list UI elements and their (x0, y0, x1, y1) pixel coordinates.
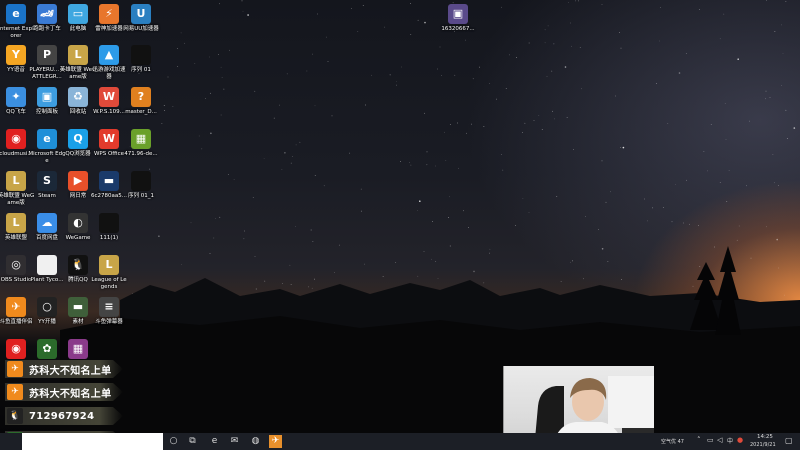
edge-icon: e (37, 129, 57, 149)
app-grid-icon: ▦ (68, 339, 88, 359)
desktop-icon-video-file[interactable]: 序列 01 (122, 45, 160, 74)
edge-taskbar-icon[interactable]: e (208, 435, 221, 448)
desktop-icon-league[interactable]: L League of Legends (90, 255, 128, 290)
chat-message-text: 苏科大不知名上单 (29, 365, 112, 377)
system-tray: 空气优 47 ˄ ▭ ◁ 中 ● 14:25 2021/9/21 ▢ (654, 433, 800, 450)
recycle-bin-icon: ♻ (68, 87, 88, 107)
desktop-icon-master[interactable]: ? master_D... (122, 87, 160, 116)
xunyou-icon: ▲ (99, 45, 119, 65)
desktop-icon-label: 111(1) (99, 235, 119, 241)
image-file-icon: ▣ (448, 4, 468, 24)
tray-expand-icon[interactable]: ˄ (697, 436, 701, 444)
chat-message: ✈ 苏科大不知名上单 (5, 360, 123, 378)
desktop-icon-danmu[interactable]: ≡ 斗鱼弹幕器 (90, 297, 128, 326)
cortana-icon[interactable]: ○ (167, 435, 180, 448)
desktop-icon-label: 斗鱼弹幕器 (95, 319, 123, 325)
desktop-icon-nvidia-driver[interactable]: ▦ 471.96-de... (122, 129, 160, 158)
start-button[interactable] (0, 433, 22, 450)
network-icon[interactable]: ▭ (707, 436, 714, 444)
chrome-icon[interactable]: ◍ (249, 435, 262, 448)
danmu-icon: ≡ (99, 297, 119, 317)
clock-date[interactable]: 2021/9/21 (750, 442, 776, 448)
chat-message-text: 苏科大不知名上单 (29, 388, 112, 400)
wps-office-icon: W (99, 129, 119, 149)
league-icon: L (99, 255, 119, 275)
notification-icon[interactable]: ▢ (785, 436, 793, 445)
ie-icon: e (6, 4, 26, 24)
douyu-avatar-icon: ✈ (7, 384, 23, 400)
qq-icon: 🐧 (68, 255, 88, 275)
flower-icon: ✿ (37, 339, 57, 359)
security-icon[interactable]: ● (737, 436, 743, 444)
desktop-icon-label: 序列 01 (131, 67, 151, 73)
douyu-icon: ✈ (6, 297, 26, 317)
yy-live-icon: ○ (37, 297, 57, 317)
lol-client-icon: L (6, 213, 26, 233)
daily-icon: ▶ (68, 171, 88, 191)
lol-wegame-icon: L (6, 171, 26, 191)
wechat-icon[interactable]: ✉ (228, 435, 241, 448)
netease-music-icon: ◉ (6, 339, 26, 359)
desktop-icon-uu[interactable]: U 网易UU加速器 (122, 4, 160, 33)
qq-penguin-icon: 🐧 (7, 408, 23, 424)
nvidia-driver-icon: ▦ (131, 129, 151, 149)
lol-icon: L (68, 45, 88, 65)
video-file-icon (131, 45, 151, 65)
desktop-icon-app-grid[interactable]: ▦ (59, 339, 97, 361)
desktop-icon-label: 序列 01_1 (128, 193, 154, 199)
desktop-icon-video-file[interactable]: 序列 01_1 (122, 171, 160, 200)
desktop-icon-label: master_D... (125, 109, 157, 115)
chat-message: 🐧 712967924 (5, 407, 123, 425)
ime-icon[interactable]: 中 (727, 436, 733, 445)
thunder-icon: ⚡ (99, 4, 119, 24)
clock-time[interactable]: 14:25 (757, 434, 773, 440)
baidu-pan-icon: ☁ (37, 213, 57, 233)
yy-icon: Y (6, 45, 26, 65)
chat-message-text: 712967924 (29, 410, 95, 422)
control-panel-icon: ▣ (37, 87, 57, 107)
kart-icon: 🏎 (37, 4, 57, 24)
image-file-icon: ▬ (99, 171, 119, 191)
desktop-icon-label: 16320667... (441, 26, 475, 32)
video-file-icon (99, 213, 119, 233)
air-quality-label[interactable]: 空气优 47 (661, 438, 684, 445)
taskbar-search-box[interactable] (22, 433, 163, 450)
qqspeed-icon: ✦ (6, 87, 26, 107)
desktop-icon-label: 网易UU加速器 (123, 26, 159, 32)
master-icon: ? (131, 87, 151, 107)
douyu-avatar-icon: ✈ (7, 361, 23, 377)
pubg-icon: P (37, 45, 57, 65)
desktop-file-16320667[interactable]: ▣ 16320667... (439, 4, 477, 33)
task-view-icon[interactable]: ⧉ (186, 435, 199, 448)
file-icon (37, 255, 57, 275)
desktop-icon-video-file[interactable]: 111(1) (90, 213, 128, 242)
video-file-icon (131, 171, 151, 191)
volume-icon[interactable]: ◁ (717, 436, 722, 444)
desktop-icon-label: League of Legends (91, 277, 127, 290)
wps-pdf-icon: W (99, 87, 119, 107)
wegame-icon: ◐ (68, 213, 88, 233)
steam-icon: S (37, 171, 57, 191)
computer-icon: ▭ (68, 4, 88, 24)
folder-image-icon: ▬ (68, 297, 88, 317)
chat-message: ✈ 苏科大不知名上单 (5, 383, 123, 401)
obs-icon: ◎ (6, 255, 26, 275)
qq-browser-icon: Q (68, 129, 88, 149)
desktop-icon-label: 471.96-de... (124, 151, 158, 157)
uu-icon: U (131, 4, 151, 24)
netease-music-icon: ◉ (6, 129, 26, 149)
douyu-taskbar-icon[interactable]: ✈ (269, 435, 282, 448)
